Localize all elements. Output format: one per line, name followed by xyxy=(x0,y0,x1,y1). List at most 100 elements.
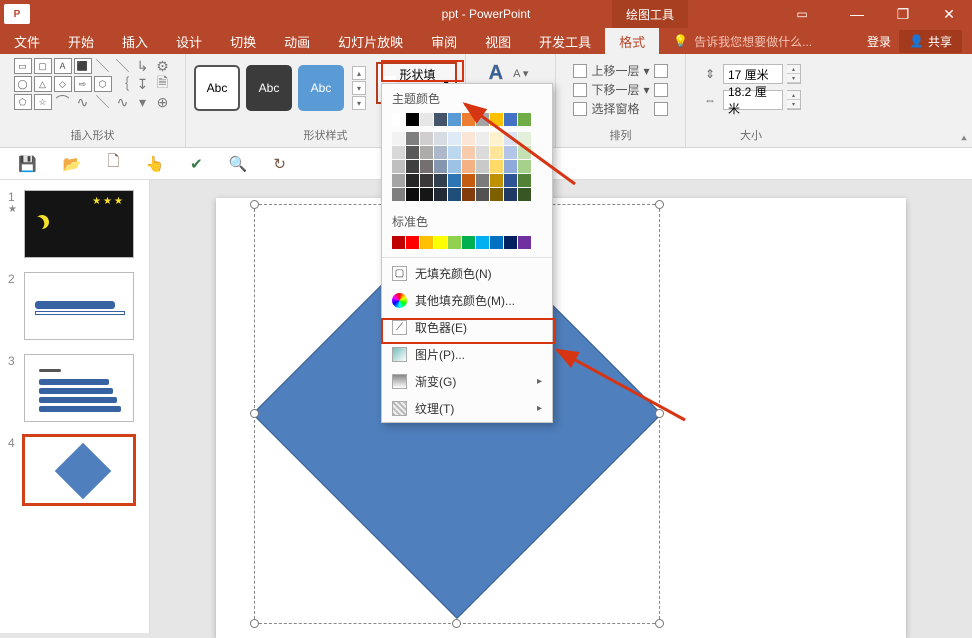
color-swatch[interactable] xyxy=(476,132,489,145)
close-button[interactable]: ✕ xyxy=(926,0,972,28)
eyedropper-item[interactable]: ⟋取色器(E) xyxy=(382,314,552,341)
save-icon[interactable]: 💾 xyxy=(18,155,37,173)
tab-slideshow[interactable]: 幻灯片放映 xyxy=(324,28,417,54)
color-swatch[interactable] xyxy=(462,236,475,249)
color-swatch[interactable] xyxy=(476,146,489,159)
tab-design[interactable]: 设计 xyxy=(162,28,216,54)
more-colors-item[interactable]: 其他填充颜色(M)... xyxy=(382,287,552,314)
color-swatch[interactable] xyxy=(406,188,419,201)
color-swatch[interactable] xyxy=(420,188,433,201)
color-swatch[interactable] xyxy=(504,160,517,173)
tab-transitions[interactable]: 切换 xyxy=(216,28,270,54)
color-swatch[interactable] xyxy=(504,188,517,201)
color-swatch[interactable] xyxy=(406,236,419,249)
color-swatch[interactable] xyxy=(490,174,503,187)
color-swatch[interactable] xyxy=(504,236,517,249)
color-swatch[interactable] xyxy=(448,174,461,187)
color-swatch[interactable] xyxy=(518,132,531,145)
color-swatch[interactable] xyxy=(448,113,461,126)
resize-handle[interactable] xyxy=(655,619,664,628)
redo-icon[interactable]: ↻ xyxy=(273,155,286,173)
slide-thumbnail-1[interactable] xyxy=(24,190,134,258)
color-swatch[interactable] xyxy=(434,160,447,173)
style-preset-3[interactable]: Abc xyxy=(298,65,344,111)
text-fill-icon[interactable]: A xyxy=(489,62,503,85)
align-icon[interactable] xyxy=(654,64,668,78)
restore-button[interactable]: ❐ xyxy=(880,0,926,28)
ribbon-display-options-icon[interactable]: ▭ xyxy=(782,7,822,21)
color-swatch[interactable] xyxy=(406,146,419,159)
minimize-button[interactable]: — xyxy=(834,0,880,28)
color-swatch[interactable] xyxy=(504,174,517,187)
color-swatch[interactable] xyxy=(462,132,475,145)
tab-developer[interactable]: 开发工具 xyxy=(525,28,605,54)
color-swatch[interactable] xyxy=(420,146,433,159)
new-icon[interactable]: 🗋 xyxy=(107,151,119,176)
color-swatch[interactable] xyxy=(476,236,489,249)
color-swatch[interactable] xyxy=(448,160,461,173)
color-swatch[interactable] xyxy=(462,174,475,187)
style-preset-2[interactable]: Abc xyxy=(246,65,292,111)
color-swatch[interactable] xyxy=(392,188,405,201)
shape-fill-dropdown[interactable]: 主题颜色 标准色 ▢无填充颜色(N) 其他填充颜色(M)... ⟋取色器(E) … xyxy=(381,83,553,423)
color-swatch[interactable] xyxy=(490,146,503,159)
color-swatch[interactable] xyxy=(406,160,419,173)
theme-colors-grid[interactable] xyxy=(382,111,552,207)
color-swatch[interactable] xyxy=(420,236,433,249)
resize-handle[interactable] xyxy=(655,409,664,418)
resize-handle[interactable] xyxy=(655,200,664,209)
spellcheck-icon[interactable]: ✔ xyxy=(190,155,203,173)
text-fill-dropdown[interactable]: A ▾ xyxy=(509,66,532,81)
color-swatch[interactable] xyxy=(490,113,503,126)
color-swatch[interactable] xyxy=(462,146,475,159)
resize-handle[interactable] xyxy=(250,200,259,209)
color-swatch[interactable] xyxy=(392,113,405,126)
slide-thumbnails-panel[interactable]: 1★ 2 3 4 xyxy=(0,180,150,633)
color-swatch[interactable] xyxy=(448,146,461,159)
color-swatch[interactable] xyxy=(476,188,489,201)
contextual-tab-drawing-tools[interactable]: 绘图工具 xyxy=(612,0,688,28)
color-swatch[interactable] xyxy=(518,174,531,187)
color-swatch[interactable] xyxy=(518,188,531,201)
styles-scroll[interactable]: ▴▾▾ xyxy=(352,66,366,110)
touch-mode-icon[interactable]: 👆 xyxy=(145,155,164,173)
color-swatch[interactable] xyxy=(406,132,419,145)
color-swatch[interactable] xyxy=(420,174,433,187)
color-swatch[interactable] xyxy=(448,236,461,249)
share-button[interactable]: 👤 共享 xyxy=(899,30,962,53)
zoom-icon[interactable]: 🔍 xyxy=(229,155,248,173)
color-swatch[interactable] xyxy=(518,146,531,159)
tab-animations[interactable]: 动画 xyxy=(270,28,324,54)
color-swatch[interactable] xyxy=(434,132,447,145)
tab-insert[interactable]: 插入 xyxy=(108,28,162,54)
height-input[interactable]: 17 厘米 xyxy=(723,64,783,84)
slide[interactable]: ⟳ xyxy=(216,198,906,638)
color-swatch[interactable] xyxy=(448,132,461,145)
height-spinner[interactable]: ▴▾ xyxy=(787,64,801,84)
color-swatch[interactable] xyxy=(504,132,517,145)
no-fill-item[interactable]: ▢无填充颜色(N) xyxy=(382,260,552,287)
collapse-ribbon-icon[interactable]: ⯅ xyxy=(960,134,968,145)
bring-forward[interactable]: 上移一层 xyxy=(591,62,639,79)
selection-pane[interactable]: 选择窗格 xyxy=(591,100,639,117)
resize-handle[interactable] xyxy=(250,409,259,418)
open-icon[interactable]: 📂 xyxy=(63,155,82,173)
color-swatch[interactable] xyxy=(476,160,489,173)
tell-me-search[interactable]: 💡 告诉我您想要做什么... xyxy=(673,33,812,50)
color-swatch[interactable] xyxy=(518,236,531,249)
shapes-gallery[interactable]: ▭▢A⬛＼＼↳⚙ ◯△◇⇨⬡｛↧🗎 ⬠☆⌒∿＼∿▾⊕ xyxy=(14,58,172,110)
color-swatch[interactable] xyxy=(476,113,489,126)
color-swatch[interactable] xyxy=(490,188,503,201)
style-preset-1[interactable]: Abc xyxy=(194,65,240,111)
color-swatch[interactable] xyxy=(406,113,419,126)
color-swatch[interactable] xyxy=(434,146,447,159)
gradient-fill-item[interactable]: 渐变(G)▸ xyxy=(382,368,552,395)
color-swatch[interactable] xyxy=(504,113,517,126)
color-swatch[interactable] xyxy=(490,160,503,173)
standard-colors-grid[interactable] xyxy=(382,234,552,255)
color-swatch[interactable] xyxy=(392,146,405,159)
texture-fill-item[interactable]: 纹理(T)▸ xyxy=(382,395,552,422)
rotate-icon[interactable] xyxy=(654,102,668,116)
slide-thumbnail-4[interactable] xyxy=(24,436,134,504)
color-swatch[interactable] xyxy=(490,236,503,249)
